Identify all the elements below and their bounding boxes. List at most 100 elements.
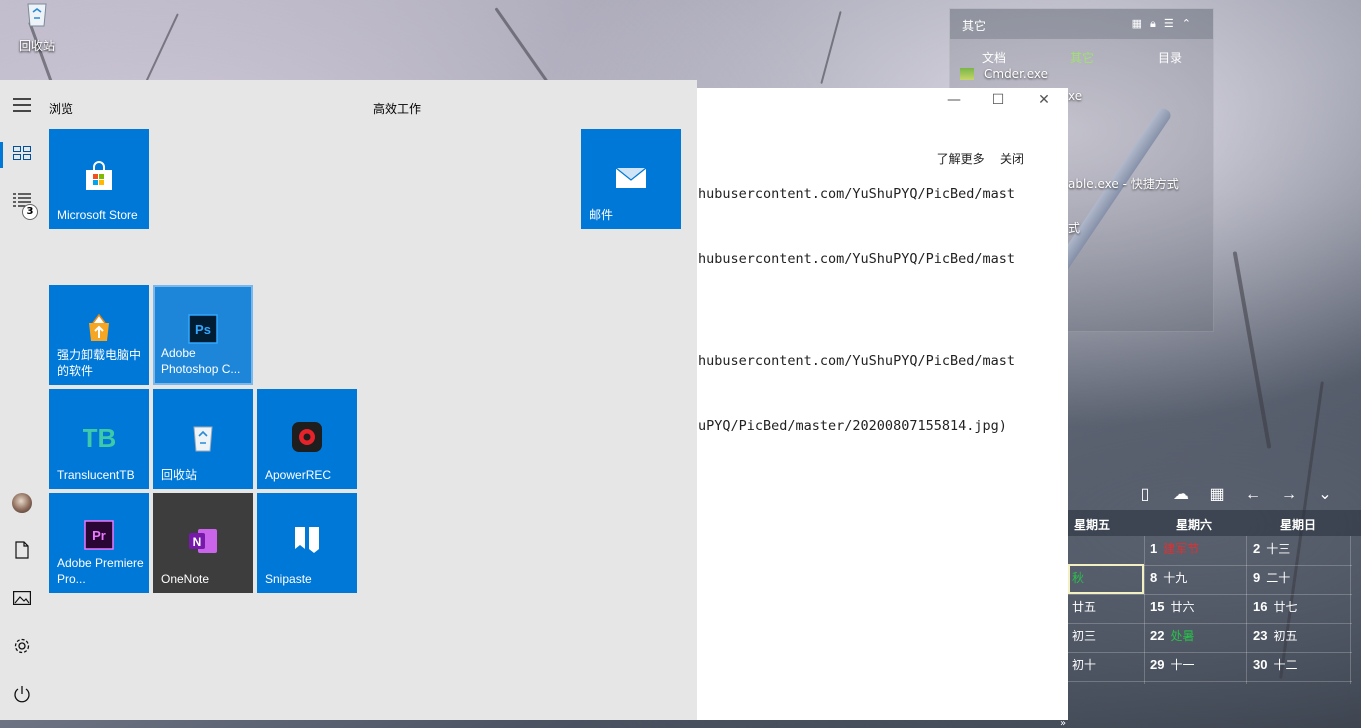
- cloud-check-icon[interactable]: ☁: [1163, 484, 1199, 504]
- app-icon: [960, 68, 974, 80]
- store-icon: [86, 161, 112, 190]
- text-line: hubusercontent.com/YuShuPYQ/PicBed/mast: [698, 186, 1015, 202]
- recycle-bin-icon: [27, 3, 47, 27]
- tiles-icon[interactable]: [11, 144, 33, 166]
- tile-premiere[interactable]: Pr Adobe Premiere Pro...: [49, 493, 149, 593]
- tile-snipaste[interactable]: Snipaste: [257, 493, 357, 593]
- calendar-day[interactable]: 廿五: [1072, 598, 1096, 615]
- start-rail: 3: [0, 80, 44, 720]
- list-badge: 3: [22, 204, 38, 220]
- tile-label: Microsoft Store: [57, 208, 138, 222]
- hamburger-icon[interactable]: [11, 96, 33, 118]
- tile-label: Adobe Premiere Pro...: [57, 556, 144, 586]
- calendar-day[interactable]: 初十: [1072, 656, 1096, 673]
- calendar-icon[interactable]: ▦: [1199, 484, 1235, 504]
- group-title-browse[interactable]: 浏览: [49, 100, 73, 117]
- text-line: hubusercontent.com/YuShuPYQ/PicBed/mast: [698, 251, 1015, 267]
- maximize-button[interactable]: ☐: [976, 92, 1020, 108]
- tile-label: 邮件: [589, 208, 614, 222]
- calendar-day[interactable]: 9 二十: [1253, 569, 1290, 586]
- fences-title: 其它: [962, 19, 987, 33]
- tile-photoshop[interactable]: Ps Adobe Photoshop C...: [153, 285, 253, 385]
- tile-onenote[interactable]: N OneNote: [153, 493, 253, 593]
- grid-icon[interactable]: ▦: [1132, 18, 1150, 30]
- tile-apowerrec[interactable]: ApowerREC: [257, 389, 357, 489]
- tile-microsoft-store[interactable]: Microsoft Store: [49, 129, 149, 229]
- calendar-day[interactable]: 初三: [1072, 627, 1096, 644]
- fences-tools[interactable]: ▦🔒︎☰⌃: [1132, 17, 1199, 31]
- record-icon: [292, 422, 322, 452]
- weekday-sun: 星期日: [1280, 518, 1317, 532]
- fences-tab-other[interactable]: 其它: [1070, 49, 1094, 66]
- calendar-day[interactable]: 30 十二: [1253, 656, 1297, 673]
- tile-label: Adobe Photoshop C...: [161, 346, 241, 376]
- calendar-day[interactable]: 2 十三: [1253, 540, 1290, 557]
- taskbar-overflow-icon[interactable]: »: [1060, 718, 1066, 728]
- grid-line: [1350, 536, 1351, 684]
- gear-icon[interactable]: [11, 637, 33, 659]
- notice-links: 了解更多 关闭: [925, 150, 1024, 167]
- chevron-down-icon[interactable]: ⌄: [1307, 484, 1343, 504]
- calendar-day[interactable]: 16 廿七: [1253, 598, 1297, 615]
- tile-recycle-bin[interactable]: 回收站: [153, 389, 253, 489]
- calendar-day[interactable]: 1 建军节: [1150, 540, 1199, 557]
- premiere-icon: Pr: [84, 520, 114, 550]
- calendar-toolbar: ▯ ☁ ▦ ← → ⌄: [1127, 484, 1343, 504]
- tile-label: 强力卸载电脑中的软件: [57, 348, 142, 378]
- learn-more-link[interactable]: 了解更多: [937, 152, 985, 166]
- arrow-left-icon[interactable]: ←: [1235, 486, 1271, 504]
- weekday-sat: 星期六: [1176, 518, 1213, 532]
- fences-item[interactable]: able.exe - 快捷方式: [1068, 175, 1179, 192]
- desktop-recycle-bin[interactable]: 回收站: [14, 0, 60, 54]
- calendar-day[interactable]: 秋: [1072, 569, 1084, 586]
- close-notice-link[interactable]: 关闭: [1000, 152, 1024, 166]
- onenote-icon: N: [189, 529, 217, 553]
- chevron-up-icon[interactable]: ⌃: [1182, 18, 1199, 30]
- avatar[interactable]: [12, 493, 32, 513]
- lock-icon[interactable]: 🔒︎: [1150, 18, 1164, 30]
- tile-uninstaller[interactable]: 强力卸载电脑中的软件: [49, 285, 149, 385]
- mail-icon: [615, 167, 647, 188]
- fences-item[interactable]: Cmder.exe: [960, 67, 1048, 81]
- calendar-day[interactable]: 15 廿六: [1150, 598, 1194, 615]
- uninstaller-icon: [89, 313, 109, 341]
- fences-tab-docs[interactable]: 文档: [982, 49, 1006, 66]
- fences-item[interactable]: 式: [1068, 219, 1080, 236]
- svg-text:Pr: Pr: [92, 528, 106, 543]
- group-title-productive[interactable]: 高效工作: [373, 100, 421, 117]
- notepad-window[interactable]: — ☐ ✕ 了解更多 关闭 hubusercontent.com/YuShuPY…: [690, 88, 1068, 720]
- translucenttb-icon: TB: [83, 423, 115, 453]
- calendar-day[interactable]: 29 十一: [1150, 656, 1194, 673]
- menu-icon[interactable]: ☰: [1164, 18, 1182, 30]
- tile-label: TranslucentTB: [57, 468, 135, 482]
- document-icon[interactable]: [11, 541, 33, 563]
- tile-translucenttb[interactable]: TB TranslucentTB: [49, 389, 149, 489]
- svg-text:N: N: [193, 535, 202, 549]
- phone-icon[interactable]: ▯: [1127, 484, 1163, 504]
- start-menu: 3 浏览 高效工作 Microsoft Store 邮件 强力卸载电脑中的软件 …: [0, 80, 697, 720]
- grid-line: [1068, 652, 1352, 653]
- fences-header: 其它 ▦🔒︎☰⌃: [950, 9, 1213, 39]
- arrow-right-icon[interactable]: →: [1271, 486, 1307, 504]
- power-icon[interactable]: [11, 685, 33, 707]
- minimize-button[interactable]: —: [932, 92, 976, 108]
- svg-text:Ps: Ps: [195, 322, 211, 337]
- calendar-day[interactable]: 23 初五: [1253, 627, 1297, 644]
- tile-mail[interactable]: 邮件: [581, 129, 681, 229]
- picture-icon[interactable]: [11, 589, 33, 611]
- close-button[interactable]: ✕: [1022, 92, 1066, 108]
- weekday-fri: 星期五: [1074, 518, 1111, 532]
- tile-label: Snipaste: [265, 572, 312, 586]
- fences-tab-folders[interactable]: 目录: [1158, 49, 1182, 66]
- calendar-day[interactable]: 8 十九: [1150, 569, 1187, 586]
- calendar-day[interactable]: 22 处暑: [1150, 627, 1194, 644]
- fences-item[interactable]: xe: [1068, 89, 1082, 103]
- tile-label: OneNote: [161, 572, 210, 586]
- grid-line: [1144, 536, 1145, 684]
- grid-line: [1068, 594, 1352, 595]
- tile-label: ApowerREC: [265, 468, 332, 482]
- snipaste-icon: [295, 527, 319, 553]
- grid-line: [1246, 536, 1247, 684]
- grid-line: [1068, 681, 1352, 682]
- rail-selection-bar: [0, 142, 3, 168]
